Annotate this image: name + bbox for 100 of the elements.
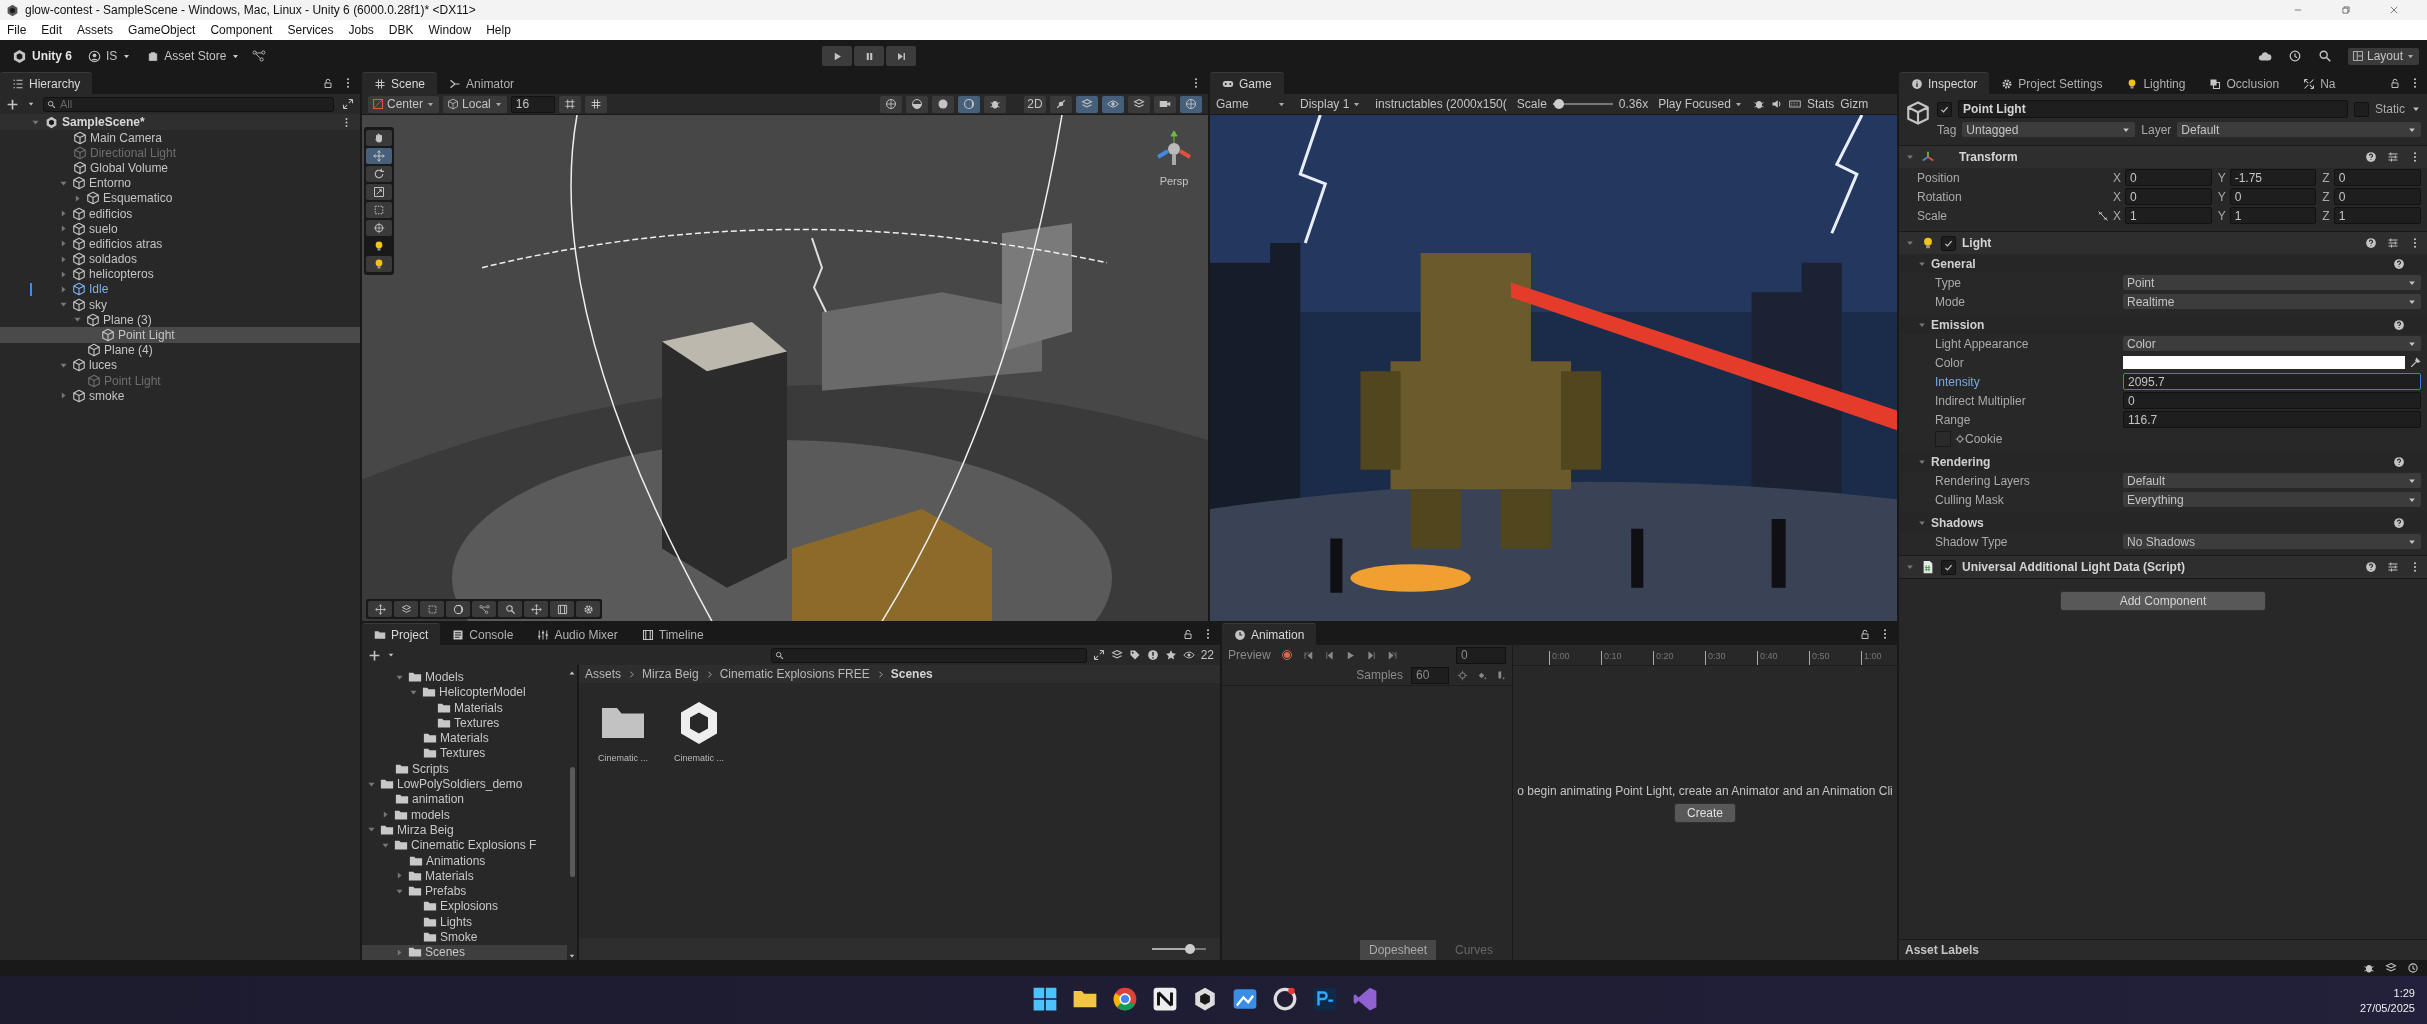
clock-time[interactable]: 1:29 <box>2393 986 2415 999</box>
play-mode-dropdown[interactable]: Play Focused <box>1654 95 1747 113</box>
panel-tab[interactable]: Animator <box>437 73 527 94</box>
tag-dropdown[interactable]: Untagged <box>1962 122 2136 137</box>
panel-tab[interactable]: Console <box>440 624 526 646</box>
menu-item[interactable]: DBK <box>388 23 414 37</box>
dropdown[interactable]: No Shadows <box>2123 534 2421 549</box>
hierarchy-item[interactable]: Entorno <box>0 175 360 191</box>
grid-size-field[interactable]: 16 <box>510 95 555 113</box>
asset-item[interactable]: Cinematic ... <box>593 699 653 764</box>
number-field[interactable]: 1 <box>2229 207 2317 224</box>
folder-item[interactable]: models <box>362 807 567 823</box>
panel-tab[interactable]: Scene <box>362 72 438 94</box>
number-field[interactable]: 2095.7 <box>2123 373 2421 390</box>
hierarchy-item[interactable]: helicopteros <box>0 266 360 282</box>
resolution-dropdown[interactable]: instructables (2000x150( <box>1371 95 1511 113</box>
number-field[interactable]: 1 <box>2333 207 2421 224</box>
frame-field[interactable]: 0 <box>1456 646 1506 664</box>
number-field[interactable]: 0 <box>2229 188 2317 205</box>
folder-item[interactable]: Materials <box>362 868 567 884</box>
folder-item[interactable]: Materials <box>362 730 567 746</box>
menu-item[interactable]: Window <box>428 23 472 37</box>
number-field[interactable]: 1 <box>2125 207 2212 224</box>
hierarchy-item[interactable]: Esquematico <box>0 190 360 206</box>
display-dropdown[interactable]: Display 1 <box>1296 95 1366 113</box>
add-component-button[interactable]: Add Component <box>2060 591 2266 611</box>
folder-item[interactable]: Smoke <box>362 929 567 945</box>
panel-tab[interactable]: Audio Mixer <box>525 624 630 646</box>
folder-item[interactable]: Animations <box>362 852 567 869</box>
dropdown[interactable]: Realtime <box>2123 294 2421 309</box>
folder-item[interactable]: LowPolySoldiers_demo <box>362 776 567 792</box>
number-field[interactable]: 0 <box>2125 169 2212 186</box>
stats-button[interactable]: Stats <box>1806 97 1835 111</box>
view-tab[interactable]: Dopesheet <box>1360 940 1436 960</box>
layout-dropdown[interactable]: Layout <box>2347 47 2419 65</box>
hierarchy-item[interactable]: edificios <box>0 205 360 222</box>
panel-tab[interactable]: Hierarchy <box>0 72 93 94</box>
panel-tab[interactable]: Timeline <box>629 624 716 646</box>
asset-store-dropdown[interactable]: Asset Store <box>143 47 245 65</box>
menu-item[interactable]: File <box>7 23 27 37</box>
number-field[interactable]: 0 <box>2125 188 2212 205</box>
hierarchy-item[interactable]: suelo <box>0 221 360 237</box>
scene-item[interactable]: SampleScene* <box>0 114 360 130</box>
panel-tab[interactable]: Project Settings <box>1989 73 2115 94</box>
dropdown[interactable]: Point <box>2123 275 2421 290</box>
number-field[interactable]: 116.7 <box>2123 411 2421 428</box>
account-dropdown[interactable]: IS <box>84 47 136 65</box>
hierarchy-item[interactable]: Plane (4) <box>0 342 360 358</box>
folder-item[interactable]: Scenes <box>362 944 567 960</box>
name-field[interactable]: Point Light <box>1958 100 2348 118</box>
hierarchy-item[interactable]: smoke <box>0 388 360 404</box>
breadcrumb-item[interactable]: Assets <box>585 667 621 682</box>
number-field[interactable]: 0 <box>2333 188 2421 205</box>
hierarchy-item[interactable]: soldados <box>0 251 360 267</box>
hierarchy-item[interactable]: Point Light <box>0 327 360 343</box>
menu-item[interactable]: Help <box>486 23 511 37</box>
pivot-dropdown[interactable]: Center <box>368 95 440 113</box>
hierarchy-item[interactable]: Global Volume <box>0 160 360 176</box>
folder-item[interactable]: Prefabs <box>362 883 567 899</box>
folder-item[interactable]: HelicopterModel <box>362 684 567 700</box>
breadcrumb-item[interactable]: Cinematic Explosions FREE <box>719 667 870 682</box>
hierarchy-item[interactable]: Main Camera <box>0 130 360 146</box>
menu-item[interactable]: Jobs <box>348 23 374 37</box>
folder-item[interactable]: Explosions <box>362 898 567 915</box>
panel-tab[interactable]: Project <box>362 623 441 646</box>
mode-2d-button[interactable]: 2D <box>1024 95 1046 113</box>
panel-tab[interactable]: Lighting <box>2114 73 2198 94</box>
panel-tab[interactable]: Animation <box>1222 623 1317 646</box>
hierarchy-item[interactable]: luces <box>0 357 360 373</box>
dropdown[interactable]: Everything <box>2123 492 2421 507</box>
create-button[interactable]: Create <box>1674 802 1736 823</box>
panel-tab[interactable]: Na <box>2291 73 2348 94</box>
gizmos-button[interactable]: Gizm <box>1840 97 1869 111</box>
folder-item[interactable]: Cinematic Explosions F <box>362 837 567 853</box>
layer-dropdown[interactable]: Default <box>2177 122 2421 137</box>
folder-item[interactable]: Models <box>362 669 567 685</box>
number-field[interactable]: -1.75 <box>2229 169 2317 186</box>
menu-item[interactable]: Assets <box>77 23 114 37</box>
space-dropdown[interactable]: Local <box>443 95 507 113</box>
samples-field[interactable]: 60 <box>1411 666 1449 684</box>
asset-item[interactable]: Cinematic ... <box>669 699 729 764</box>
panel-tab[interactable]: Inspector <box>1899 72 1990 94</box>
hierarchy-item[interactable]: edificios atras <box>0 236 360 252</box>
view-dropdown[interactable]: Game <box>1212 95 1290 113</box>
hierarchy-item[interactable]: sky <box>0 297 360 313</box>
hierarchy-item[interactable]: Idle <box>0 281 360 298</box>
number-field[interactable]: 0 <box>2123 392 2421 409</box>
panel-tab[interactable]: Occlusion <box>2197 73 2292 94</box>
folder-item[interactable]: Textures <box>362 745 567 762</box>
projection-label[interactable]: Persp <box>1159 175 1189 187</box>
folder-item[interactable]: Mirza Beig <box>362 822 567 838</box>
preview-button[interactable]: Preview <box>1228 648 1271 663</box>
hierarchy-item[interactable]: Plane (3) <box>0 312 360 328</box>
dropdown[interactable]: Color <box>2123 336 2421 351</box>
folder-item[interactable]: Lights <box>362 914 567 930</box>
number-field[interactable]: 0 <box>2333 169 2421 186</box>
folder-item[interactable]: animation <box>362 791 567 808</box>
panel-tab[interactable]: Game <box>1210 72 1284 94</box>
unity-version-button[interactable]: Unity 6 <box>8 46 76 66</box>
menu-item[interactable]: Edit <box>41 23 63 37</box>
